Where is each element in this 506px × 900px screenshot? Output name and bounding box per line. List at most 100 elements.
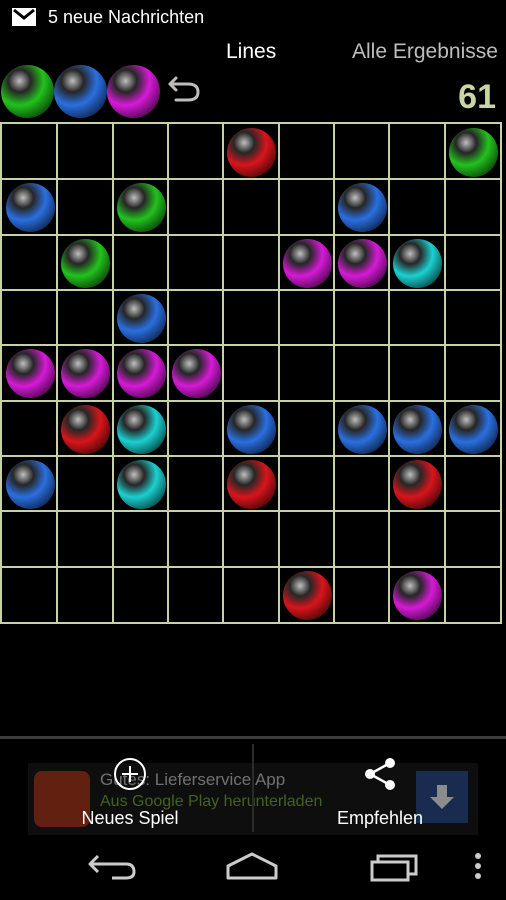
board-cell[interactable] bbox=[58, 402, 113, 457]
ball-blue[interactable] bbox=[116, 294, 166, 343]
board-cell[interactable] bbox=[3, 236, 58, 291]
ball-red[interactable] bbox=[282, 570, 332, 620]
board-cell[interactable] bbox=[280, 125, 335, 180]
board-cell[interactable] bbox=[335, 236, 390, 291]
ball-blue[interactable] bbox=[227, 404, 277, 454]
board-cell[interactable] bbox=[224, 568, 279, 623]
board-cell[interactable] bbox=[280, 402, 335, 457]
board-cell[interactable] bbox=[3, 291, 58, 346]
board-cell[interactable] bbox=[58, 457, 113, 512]
board-cell[interactable] bbox=[335, 457, 390, 512]
board-cell[interactable] bbox=[114, 346, 169, 401]
new-game-button[interactable]: Neues Spiel bbox=[60, 736, 200, 836]
board-cell[interactable] bbox=[169, 125, 224, 180]
ball-green[interactable] bbox=[61, 238, 111, 288]
ball-magenta[interactable] bbox=[393, 570, 443, 620]
board-cell[interactable] bbox=[280, 568, 335, 623]
recents-icon[interactable] bbox=[366, 848, 422, 884]
board-cell[interactable] bbox=[280, 512, 335, 567]
board-cell[interactable] bbox=[224, 236, 279, 291]
board-cell[interactable] bbox=[390, 512, 445, 567]
board-cell[interactable] bbox=[3, 180, 58, 235]
board-cell[interactable] bbox=[446, 291, 501, 346]
board-cell[interactable] bbox=[3, 125, 58, 180]
ball-blue[interactable] bbox=[448, 404, 498, 454]
board-cell[interactable] bbox=[224, 457, 279, 512]
ball-blue[interactable] bbox=[6, 460, 55, 509]
board-cell[interactable] bbox=[390, 457, 445, 512]
board-cell[interactable] bbox=[390, 568, 445, 623]
board-cell[interactable] bbox=[335, 568, 390, 623]
board-cell[interactable] bbox=[3, 512, 58, 567]
ball-blue[interactable] bbox=[338, 404, 387, 454]
board-cell[interactable] bbox=[335, 402, 390, 457]
ball-magenta[interactable] bbox=[282, 238, 332, 288]
board-cell[interactable] bbox=[114, 236, 169, 291]
board-cell[interactable] bbox=[390, 236, 445, 291]
tab-lines[interactable]: Lines bbox=[226, 40, 276, 64]
board-cell[interactable] bbox=[169, 346, 224, 401]
board-cell[interactable] bbox=[58, 180, 113, 235]
ball-red[interactable] bbox=[227, 128, 277, 177]
ball-cyan[interactable] bbox=[116, 460, 166, 509]
board-cell[interactable] bbox=[335, 512, 390, 567]
board-cell[interactable] bbox=[169, 402, 224, 457]
board-cell[interactable] bbox=[58, 291, 113, 346]
ball-magenta[interactable] bbox=[116, 349, 166, 399]
board-cell[interactable] bbox=[114, 402, 169, 457]
board-cell[interactable] bbox=[446, 180, 501, 235]
board-cell[interactable] bbox=[390, 125, 445, 180]
board-cell[interactable] bbox=[169, 457, 224, 512]
board-cell[interactable] bbox=[390, 402, 445, 457]
board-cell[interactable] bbox=[224, 180, 279, 235]
board-cell[interactable] bbox=[114, 125, 169, 180]
board-cell[interactable] bbox=[280, 236, 335, 291]
undo-icon[interactable] bbox=[166, 72, 202, 104]
board-cell[interactable] bbox=[58, 346, 113, 401]
ball-blue[interactable] bbox=[6, 183, 55, 233]
board-cell[interactable] bbox=[446, 402, 501, 457]
ball-cyan[interactable] bbox=[393, 238, 443, 288]
board-cell[interactable] bbox=[446, 568, 501, 623]
board-cell[interactable] bbox=[280, 346, 335, 401]
ball-magenta[interactable] bbox=[6, 349, 55, 399]
ball-red[interactable] bbox=[227, 460, 277, 509]
board-cell[interactable] bbox=[446, 457, 501, 512]
overflow-menu-icon[interactable] bbox=[462, 848, 494, 884]
board-cell[interactable] bbox=[390, 180, 445, 235]
board-cell[interactable] bbox=[169, 291, 224, 346]
board-cell[interactable] bbox=[446, 346, 501, 401]
ball-red[interactable] bbox=[393, 460, 443, 509]
board-cell[interactable] bbox=[280, 291, 335, 346]
ball-magenta[interactable] bbox=[61, 349, 111, 399]
board-cell[interactable] bbox=[169, 236, 224, 291]
board-cell[interactable] bbox=[224, 512, 279, 567]
home-icon[interactable] bbox=[224, 848, 280, 884]
ball-red[interactable] bbox=[61, 404, 111, 454]
board-cell[interactable] bbox=[280, 180, 335, 235]
board-cell[interactable] bbox=[224, 291, 279, 346]
board-cell[interactable] bbox=[335, 180, 390, 235]
board-cell[interactable] bbox=[335, 346, 390, 401]
board-cell[interactable] bbox=[58, 568, 113, 623]
board-cell[interactable] bbox=[446, 125, 501, 180]
board-cell[interactable] bbox=[280, 457, 335, 512]
ball-magenta[interactable] bbox=[338, 238, 387, 288]
tab-all-results[interactable]: Alle Ergebnisse bbox=[352, 40, 498, 64]
board-cell[interactable] bbox=[58, 512, 113, 567]
board-cell[interactable] bbox=[3, 346, 58, 401]
board-cell[interactable] bbox=[58, 125, 113, 180]
board-cell[interactable] bbox=[114, 180, 169, 235]
board-cell[interactable] bbox=[3, 402, 58, 457]
ball-magenta[interactable] bbox=[172, 349, 221, 399]
ball-blue[interactable] bbox=[393, 404, 443, 454]
board-cell[interactable] bbox=[224, 402, 279, 457]
ball-green[interactable] bbox=[448, 128, 498, 177]
board-cell[interactable] bbox=[114, 291, 169, 346]
board-cell[interactable] bbox=[3, 568, 58, 623]
board-cell[interactable] bbox=[3, 457, 58, 512]
board-cell[interactable] bbox=[169, 512, 224, 567]
board-cell[interactable] bbox=[390, 291, 445, 346]
board-cell[interactable] bbox=[335, 125, 390, 180]
board-cell[interactable] bbox=[335, 291, 390, 346]
